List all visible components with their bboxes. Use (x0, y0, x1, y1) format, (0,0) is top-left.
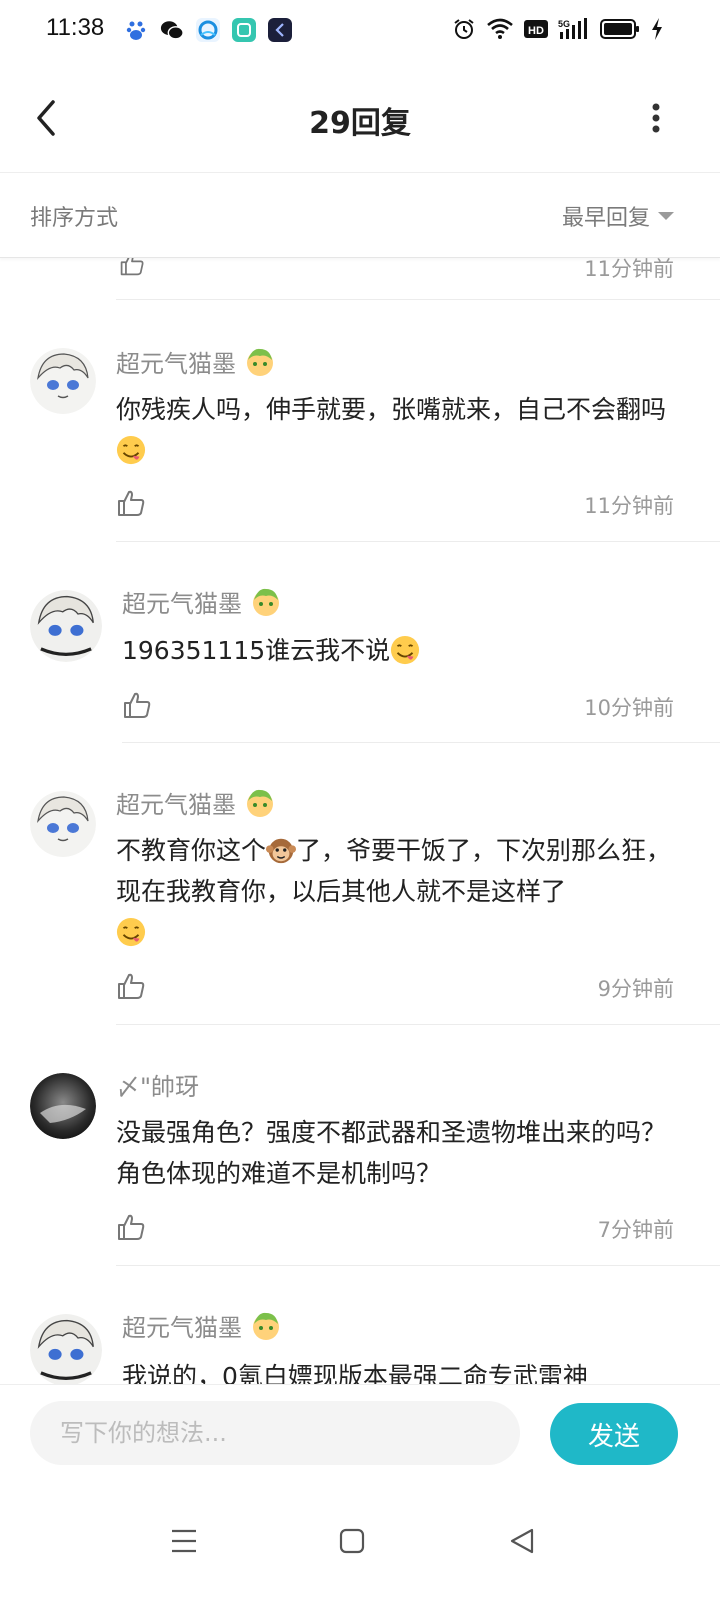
wechat-icon (160, 18, 184, 42)
reply-text: 你残疾人吗，伸手就要，张嘴就来，自己不会翻吗 (116, 395, 667, 424)
avatar[interactable] (30, 348, 96, 414)
reply-text: 没最强角色？强度不都武器和圣遗物堆出来的吗？角色体现的难道不是机制吗？ (116, 1118, 667, 1188)
partial-reply: 11分钟前 (0, 257, 720, 300)
browser-icon (196, 18, 220, 42)
menu-icon (172, 1529, 196, 1553)
username[interactable]: 超元气猫墨 (122, 1308, 242, 1343)
menu-nav-button[interactable] (164, 1521, 204, 1561)
more-button[interactable] (632, 94, 680, 142)
reply-item: 超元气猫墨 不教育你这个 了，爷要干饭了，下次别那么狂，现在我教育你，以后其他人就… (0, 743, 720, 1025)
reply-time: 11分钟前 (584, 494, 674, 518)
reply-text-block: 没最强角色？强度不都武器和圣遗物堆出来的吗？角色体现的难道不是机制吗？ (116, 1112, 686, 1194)
battery-icon (600, 16, 640, 42)
reply-input[interactable] (30, 1401, 520, 1465)
reply-composer: 发送 (0, 1384, 720, 1484)
avatar[interactable] (30, 1073, 96, 1139)
avatar[interactable] (30, 1314, 102, 1384)
reply-time: 9分钟前 (597, 977, 674, 1001)
system-nav-bar (0, 1483, 720, 1600)
reply-item: 超元气猫墨 你残疾人吗，伸手就要，张嘴就来，自己不会翻吗 11分钟前 (0, 300, 720, 542)
charging-icon (650, 16, 664, 42)
thumbs-up-icon[interactable] (116, 1212, 146, 1242)
alarm-icon (452, 16, 476, 42)
hd-icon: HD (524, 16, 548, 42)
wifi-icon (486, 16, 514, 42)
svg-text:HD: HD (528, 25, 544, 37)
status-time: 11:38 (46, 14, 105, 41)
reply-item: 超元气猫墨 我说的，0氪白嫖现版本最强二命专武雷神 (0, 1266, 720, 1384)
user-badge-icon (253, 588, 279, 616)
reply-text-block: 不教育你这个 了，爷要干饭了，下次别那么狂，现在我教育你，以后其他人就不是这样了 (116, 830, 686, 953)
send-button[interactable]: 发送 (550, 1403, 678, 1465)
yum-emoji-icon (116, 917, 146, 947)
username-row: 超元气猫墨 (116, 785, 276, 820)
reply-time: 7分钟前 (597, 1218, 674, 1242)
username[interactable]: 超元气猫墨 (122, 584, 242, 619)
reply-text-block: 我说的，0氪白嫖现版本最强二命专武雷神 (122, 1356, 692, 1384)
thumbs-up-icon[interactable] (122, 690, 152, 720)
back-nav-button[interactable] (502, 1521, 542, 1561)
avatar[interactable] (30, 791, 96, 857)
system-icons: HD 5G (452, 16, 664, 42)
user-badge-icon (253, 1312, 279, 1340)
reply-item: 超元气猫墨 196351115谁云我不说 10分钟前 (0, 542, 720, 743)
sort-selected: 最早回复 (561, 206, 650, 231)
home-square-icon (339, 1528, 365, 1554)
status-bar: 11:38 HD 5G (0, 0, 720, 64)
reply-list[interactable]: 11分钟前 超元气猫墨 你残疾人吗，伸手就要，张嘴就来，自己不会翻吗 11分钟前… (0, 257, 720, 1384)
header: 29回复 (0, 64, 720, 173)
signal-5g-icon: 5G (558, 16, 590, 42)
reply-text-block: 196351115谁云我不说 (122, 630, 692, 671)
thumbs-up-icon[interactable] (116, 488, 146, 518)
reply-text-block: 你残疾人吗，伸手就要，张嘴就来，自己不会翻吗 (116, 389, 686, 471)
avatar[interactable] (30, 590, 102, 662)
baidu-app-icon (124, 18, 148, 42)
monkey-emoji-icon (266, 838, 297, 864)
username-row: 超元气猫墨 (122, 584, 282, 619)
yum-emoji-icon (116, 435, 146, 465)
reply-time: 11分钟前 (584, 257, 674, 281)
sort-bar: 排序方式 最早回复 (0, 173, 720, 258)
username-row: 超元气猫墨 (122, 1308, 282, 1343)
reply-text: 不教育你这个 (116, 836, 267, 865)
username[interactable]: 超元气猫墨 (116, 785, 236, 820)
app-icon (232, 18, 256, 42)
home-nav-button[interactable] (332, 1521, 372, 1561)
sort-dropdown[interactable]: 最早回复 (562, 200, 674, 232)
notification-icons (124, 18, 292, 42)
caret-down-icon (658, 212, 674, 220)
username[interactable]: 超元气猫墨 (116, 344, 236, 379)
thumbs-up-icon[interactable] (118, 257, 146, 277)
back-triangle-icon (510, 1528, 534, 1554)
sort-label: 排序方式 (30, 206, 119, 231)
reply-text: 我说的，0氪白嫖现版本最强二命专武雷神 (122, 1362, 588, 1384)
username-row: 超元气猫墨 (116, 344, 276, 379)
user-badge-icon (247, 789, 273, 817)
yum-emoji-icon (391, 635, 420, 665)
app-icon (268, 18, 292, 42)
more-icon (652, 103, 660, 133)
reply-text: 196351115谁云我不说 (122, 636, 391, 665)
user-badge-icon (247, 348, 273, 376)
reply-time: 10分钟前 (584, 696, 674, 720)
username-row: 〆"帥玡 (116, 1067, 199, 1102)
page-title: 29回复 (309, 106, 411, 141)
reply-item: 〆"帥玡 没最强角色？强度不都武器和圣遗物堆出来的吗？角色体现的难道不是机制吗？… (0, 1025, 720, 1266)
thumbs-up-icon[interactable] (116, 971, 146, 1001)
username[interactable]: 〆"帥玡 (116, 1067, 199, 1102)
svg-text:5G: 5G (558, 19, 570, 29)
